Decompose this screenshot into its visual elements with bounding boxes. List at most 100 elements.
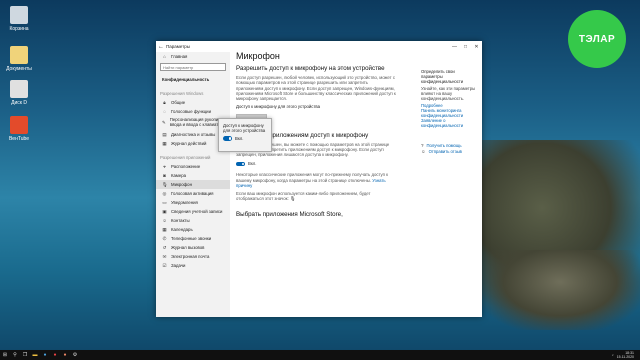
apps-access-toggle[interactable] (236, 161, 245, 167)
bell-icon: ▭ (162, 199, 167, 205)
desktop-icon-documents[interactable]: Документы (2, 46, 36, 72)
feedback-link[interactable]: Отправить отзыв (429, 149, 462, 154)
sidebar-item-tasks[interactable]: ☑ Задачи (156, 261, 230, 270)
desktop-icon-label: Диск D (11, 100, 27, 106)
settings-sidebar: ⌂ Главная Найти параметр Конфиденциально… (156, 52, 230, 317)
settings-window: ← Параметры — □ ✕ ⌂ Главная Найти параме… (156, 41, 482, 317)
sidebar-item-label: Телефонные звонки (171, 236, 212, 241)
privacy-dashboard-link[interactable]: Панель мониторинга конфиденциальности (421, 108, 477, 118)
minimize-button[interactable]: — (449, 44, 460, 50)
taskbar: ⊞ ⚲ ❐ ▬ ● ● ● ⚙ ♪ 18:31 15.11.2020 (0, 350, 640, 360)
chrome-icon[interactable]: ● (50, 350, 60, 360)
location-icon: ⌖ (163, 164, 166, 169)
sidebar-item-label: Камера (171, 173, 187, 178)
desktop-icon-app[interactable]: ВенTube (2, 116, 36, 142)
task-view-icon[interactable]: ❐ (20, 350, 30, 360)
apps-access-toggle-row[interactable]: Вкл. (236, 161, 396, 166)
sidebar-section-title: Конфиденциальность (156, 75, 230, 84)
contacts-icon: ☺ (162, 218, 167, 223)
section2-note1: Некоторые классические приложения могут … (236, 172, 396, 188)
microphone-icon: 🎙︎ (289, 196, 296, 202)
desktop-wallpaper-island-shore (480, 250, 640, 330)
sidebar-item-email[interactable]: ✉ Электронная почта (156, 252, 230, 261)
window-titlebar: ← Параметры — □ ✕ (156, 41, 482, 52)
brand-logo: ТЭЛАР (568, 10, 626, 68)
section1-status: Доступ к микрофону для этого устройства (236, 104, 321, 110)
sidebar-item-voice-activation[interactable]: ◎ Голосовая активация (156, 189, 230, 198)
privacy-title: Конфиденциальность (162, 77, 210, 82)
explorer-icon[interactable]: ▬ (30, 350, 40, 360)
desktop-icon-drive[interactable]: Диск D (2, 80, 36, 106)
phone-icon: ✆ (162, 235, 167, 241)
sidebar-item-label: Главная (171, 54, 188, 59)
get-help-link[interactable]: Получить помощь (427, 143, 462, 148)
sidebar-item-label: Сведения учетной записи (171, 209, 223, 214)
clock-date: 15.11.2020 (616, 355, 634, 359)
system-tray[interactable]: ♪ 18:31 15.11.2020 (612, 351, 640, 359)
sidebar-item-account-info[interactable]: ▣ Сведения учетной записи (156, 207, 230, 216)
start-icon[interactable]: ⊞ (0, 350, 10, 360)
volume-icon[interactable]: ♪ (612, 353, 614, 357)
account-icon: ▣ (162, 208, 167, 214)
sidebar-item-camera[interactable]: ◙ Камера (156, 171, 230, 180)
sidebar-item-location[interactable]: ⌖ Расположение (156, 162, 230, 171)
sidebar-item-label: Календарь (171, 227, 193, 232)
privacy-statement-link[interactable]: Заявление о конфиденциальности (421, 118, 477, 128)
app-icon[interactable]: ● (60, 350, 70, 360)
popup-title: Доступ к микрофону для этого устройства (223, 123, 266, 133)
call-history-icon: ↺ (162, 244, 167, 250)
toggle-label: Вкл. (235, 136, 244, 141)
sidebar-item-label: Общие (171, 100, 186, 105)
desktop-icon-label: Документы (6, 66, 32, 72)
sidebar-item-notifications[interactable]: ▭ Уведомления (156, 198, 230, 207)
search-placeholder: Найти параметр (163, 64, 194, 70)
note2-text: Если ваш микрофон используется каким-либ… (236, 191, 371, 202)
right-column: Определить свои параметры конфиденциальн… (421, 69, 477, 154)
browser-icon[interactable]: ● (40, 350, 50, 360)
help-icon: ? (421, 143, 424, 148)
search-icon[interactable]: ⚲ (10, 350, 20, 360)
recycle-bin-icon (10, 6, 28, 24)
close-button[interactable]: ✕ (471, 44, 482, 50)
note1-text: Некоторые классические приложения могут … (236, 172, 389, 183)
settings-icon[interactable]: ⚙ (70, 350, 80, 360)
sidebar-item-general[interactable]: 🔒︎ Общие (156, 98, 230, 107)
sidebar-item-microphone[interactable]: 🎙︎ Микрофон (156, 180, 230, 189)
feedback-row[interactable]: ☺ Отправить отзыв (421, 149, 477, 154)
back-arrow-icon[interactable]: ← (156, 44, 166, 50)
microphone-icon: 🎙︎ (162, 181, 168, 187)
section3-heading: Выбрать приложения Microsoft Store, (236, 211, 343, 219)
sidebar-header-windows: Разрешения Windows (160, 91, 204, 96)
search-input[interactable]: Найти параметр (160, 63, 226, 71)
sidebar-item-voice[interactable]: ◌ Голосовые функции (156, 107, 230, 116)
maximize-button[interactable]: □ (460, 44, 471, 50)
sidebar-item-phone-calls[interactable]: ✆ Телефонные звонки (156, 234, 230, 243)
calendar-icon: ▦ (162, 226, 167, 232)
section1-heading: Разрешить доступ к микрофону на этом уст… (236, 65, 385, 73)
sidebar-header-apps: Разрешения приложений (160, 155, 211, 160)
page-title: Микрофон (236, 51, 280, 61)
device-access-popup: Доступ к микрофону для этого устройства … (218, 118, 272, 152)
voice-icon: ◌ (163, 109, 166, 114)
sidebar-item-home[interactable]: ⌂ Главная (156, 52, 230, 61)
desktop-icon-recycle-bin[interactable]: Корзина (2, 6, 36, 32)
sidebar-item-label: Голосовая активация (171, 191, 214, 196)
brand-text: ТЭЛАР (578, 33, 616, 45)
device-access-toggle[interactable] (223, 136, 232, 141)
sidebar-item-call-history[interactable]: ↺ Журнал вызовов (156, 243, 230, 252)
sidebar-item-label: Голосовые функции (171, 109, 211, 114)
sidebar-item-label: Диагностика и отзывы (171, 132, 216, 137)
sidebar-item-label: Уведомления (171, 200, 198, 205)
device-access-toggle-row[interactable]: Вкл. (223, 136, 267, 141)
voice-activation-icon: ◎ (162, 190, 167, 196)
sidebar-item-calendar[interactable]: ▦ Календарь (156, 225, 230, 234)
toggle-label: Вкл. (248, 161, 257, 167)
right-body: Узнайте, как эти параметры влияют на ваш… (421, 86, 476, 101)
sidebar-item-label: Микрофон (171, 182, 192, 187)
tasks-icon: ☑ (162, 262, 167, 268)
sidebar-item-label: Задачи (171, 263, 186, 268)
home-icon: ⌂ (163, 54, 166, 59)
sidebar-item-contacts[interactable]: ☺ Контакты (156, 216, 230, 225)
sidebar-item-label: Расположение (171, 164, 201, 169)
get-help-row[interactable]: ? Получить помощь (421, 143, 477, 148)
